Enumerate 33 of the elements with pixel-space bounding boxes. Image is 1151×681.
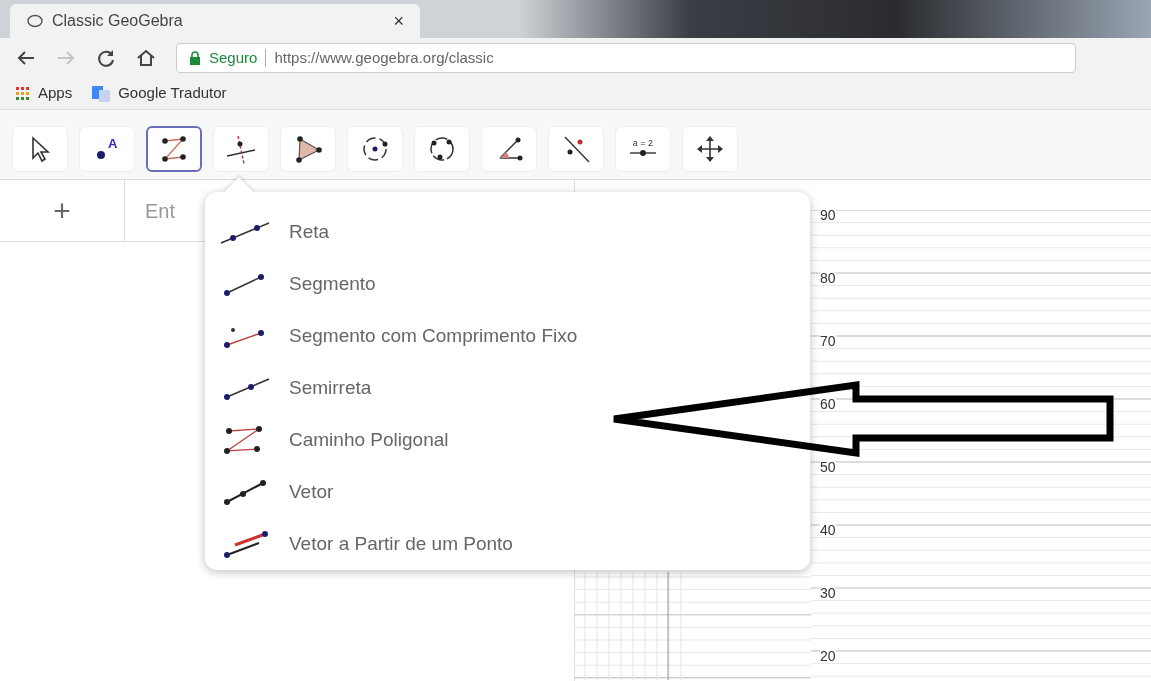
security-label: Seguro: [209, 47, 258, 68]
favicon-icon: [26, 13, 44, 29]
menu-item[interactable]: Vetor: [217, 466, 810, 518]
tool-button[interactable]: A: [79, 125, 135, 172]
translate-icon: [92, 85, 111, 102]
tool-button[interactable]: [146, 125, 202, 172]
bookmark-link[interactable]: Apps: [38, 82, 73, 105]
add-button[interactable]: +: [0, 180, 125, 241]
axis-label: 80: [820, 271, 836, 285]
menu-item[interactable]: Segmento: [217, 258, 810, 310]
axis-label: 90: [820, 208, 836, 222]
axis-label: 70: [820, 334, 836, 348]
lock-icon: [189, 51, 201, 65]
menu-item[interactable]: Vetor a Partir de um Ponto: [217, 518, 810, 570]
home-icon[interactable]: [136, 48, 156, 68]
menu-item[interactable]: Reta: [217, 206, 810, 258]
axis-label: 30: [820, 586, 836, 600]
menu-item[interactable]: Caminho Poligonal: [217, 414, 810, 466]
axis-label: 50: [820, 460, 836, 474]
browser-tab[interactable]: Classic GeoGebra ×: [10, 4, 420, 38]
tool-button[interactable]: a = 2: [615, 125, 671, 172]
menu-item[interactable]: Semirreta: [217, 362, 810, 414]
reload-icon[interactable]: [96, 48, 116, 68]
axis-label: 60: [820, 397, 836, 411]
address-bar[interactable]: Seguro https://www.geogebra.org/classic: [176, 43, 1076, 73]
bookmark-link[interactable]: Google Tradutor: [118, 82, 227, 105]
tab-title: Classic GeoGebra: [52, 11, 184, 31]
url-text: https://www.geogebra.org/classic: [274, 47, 494, 68]
menu-item[interactable]: Segmento com Comprimento Fixo: [217, 310, 810, 362]
axis-label: 40: [820, 523, 836, 537]
axis-label: 20: [820, 649, 836, 663]
apps-grid-icon: [16, 86, 30, 101]
tab-close[interactable]: ×: [393, 7, 404, 35]
